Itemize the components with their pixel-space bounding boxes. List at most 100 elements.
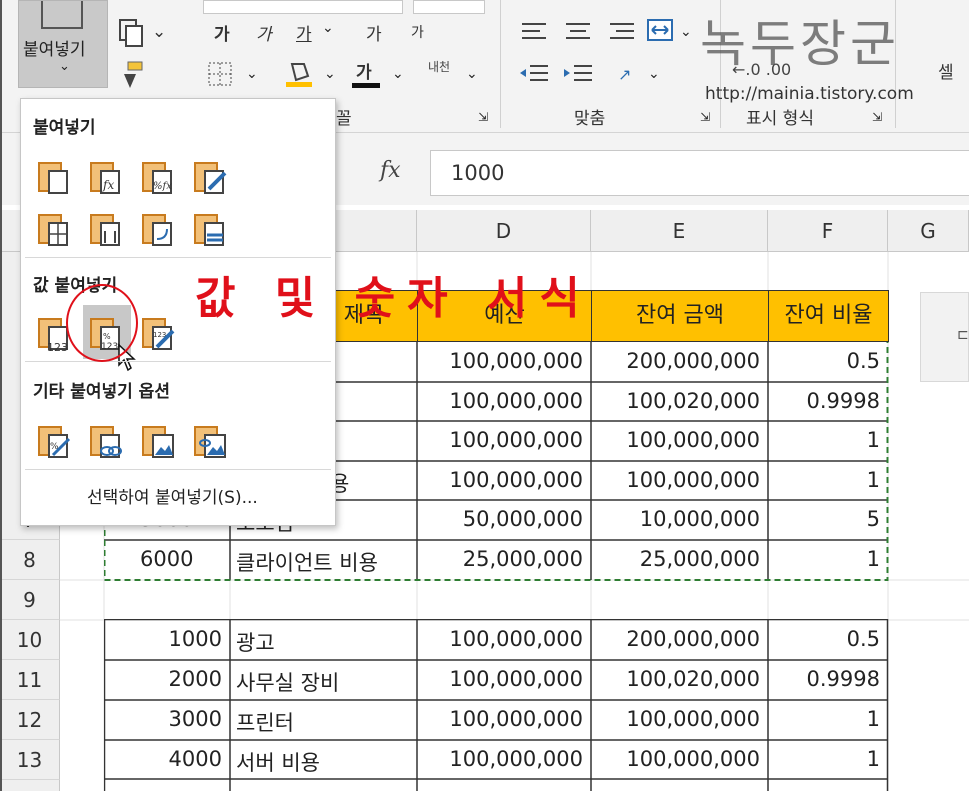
cell-f7[interactable]: 5 [768, 500, 888, 540]
keep-source-formatting-icon[interactable] [191, 157, 231, 197]
cell-d10[interactable]: 100,000,000 [417, 620, 591, 660]
cell-e11[interactable]: 100,020,000 [591, 660, 768, 700]
paste-linked-picture-icon[interactable] [191, 421, 231, 461]
dialog-launcher-icon[interactable]: ⇲ [478, 110, 488, 124]
cell-e3[interactable]: 200,000,000 [591, 342, 768, 382]
cell-c6[interactable]: 용 [330, 461, 417, 501]
cell-b11[interactable]: 2000 [104, 660, 230, 700]
paste-button[interactable]: 붙여넣기 ⌄ [18, 0, 108, 88]
chevron-down-icon[interactable]: ⌄ [322, 20, 334, 36]
cell-e13[interactable]: 100,000,000 [591, 740, 768, 780]
cell-e6[interactable]: 100,000,000 [591, 461, 768, 501]
cell-f5[interactable]: 1 [768, 421, 888, 461]
merge-icon[interactable] [646, 16, 674, 44]
column-header-e[interactable]: E [591, 210, 768, 252]
paste-values-source-formatting-icon[interactable]: 123 [139, 313, 179, 353]
cell-d3[interactable]: 100,000,000 [417, 342, 591, 382]
row-header-9[interactable]: 9 [0, 580, 60, 620]
cell-c8[interactable]: 클라이언트 비용 [236, 540, 417, 580]
bold-button[interactable]: 가 [214, 20, 230, 45]
cell-c12[interactable]: 프린터 [236, 700, 417, 740]
indent-buttons[interactable]: ↗ [518, 60, 668, 88]
cell-b10[interactable]: 1000 [104, 620, 230, 660]
keep-column-widths-icon[interactable] [87, 209, 127, 249]
svg-text:123: 123 [47, 341, 68, 353]
column-header-g[interactable]: G [888, 210, 969, 252]
cell-d7[interactable]: 50,000,000 [417, 500, 591, 540]
cell-f3[interactable]: 0.5 [768, 342, 888, 382]
paste-special-item[interactable]: 선택하여 붙여넣기(S)... [87, 483, 258, 508]
font-group-label: 꼴 [336, 109, 352, 129]
border-icon[interactable] [206, 60, 234, 88]
italic-button[interactable]: 가 [256, 20, 272, 45]
transpose-icon[interactable] [139, 209, 179, 249]
dialog-launcher-icon[interactable]: ⇲ [872, 110, 882, 124]
row-header-8[interactable]: 8 [0, 540, 60, 580]
column-header-f[interactable]: F [768, 210, 888, 252]
cell-f13[interactable]: 1 [768, 740, 888, 780]
chevron-down-icon[interactable]: ⌄ [246, 66, 258, 82]
align-buttons[interactable] [518, 18, 648, 46]
phonetic-button[interactable]: 내천 [428, 58, 450, 75]
paste-picture-icon[interactable] [139, 421, 179, 461]
cell-b12[interactable]: 3000 [104, 700, 230, 740]
cell-b13[interactable]: 4000 [104, 740, 230, 780]
cells-button[interactable]: 셀 [938, 58, 954, 83]
underline-button[interactable]: 가 [296, 20, 312, 45]
cell-e12[interactable]: 100,000,000 [591, 700, 768, 740]
row-header-13[interactable]: 13 [0, 740, 60, 780]
chevron-down-icon[interactable]: ⌄ [324, 66, 336, 82]
font-size-box[interactable] [413, 0, 485, 14]
paste-icon[interactable] [35, 157, 75, 197]
cell-d4[interactable]: 100,000,000 [417, 382, 591, 422]
cell-f10[interactable]: 0.5 [768, 620, 888, 660]
chevron-down-icon[interactable]: ⌄ [466, 66, 478, 82]
no-borders-icon[interactable] [35, 209, 75, 249]
row-header-11[interactable]: 11 [0, 660, 60, 700]
chevron-down-icon[interactable]: ⌄ [680, 24, 692, 40]
cell-d12[interactable]: 100,000,000 [417, 700, 591, 740]
floating-button-partial[interactable]: ⊏ [920, 292, 969, 382]
fill-color-icon[interactable] [284, 58, 314, 88]
cell-f6[interactable]: 1 [768, 461, 888, 501]
cell-f4[interactable]: 0.9998 [768, 382, 888, 422]
cell-d13[interactable]: 100,000,000 [417, 740, 591, 780]
cell-d5[interactable]: 100,000,000 [417, 421, 591, 461]
cell-c13[interactable]: 서버 비용 [236, 740, 417, 780]
cell-b8[interactable]: 6000 [140, 540, 230, 580]
row-header-10[interactable]: 10 [0, 620, 60, 660]
font-name-box[interactable] [203, 0, 403, 14]
increase-font-button[interactable]: 가 [366, 20, 382, 45]
cell-f8[interactable]: 1 [768, 540, 888, 580]
cell-d11[interactable]: 100,000,000 [417, 660, 591, 700]
cell-d6[interactable]: 100,000,000 [417, 461, 591, 501]
column-header-d[interactable]: D [417, 210, 591, 252]
paste-formulas-icon[interactable]: fx [87, 157, 127, 197]
group-divider [500, 0, 501, 128]
copy-icon[interactable] [116, 18, 146, 48]
cell-d8[interactable]: 25,000,000 [417, 540, 591, 580]
dialog-launcher-icon[interactable]: ⇲ [700, 110, 710, 124]
format-painter-icon[interactable] [116, 60, 146, 90]
decrease-font-button[interactable]: 가 [411, 22, 424, 42]
paste-formatting-icon[interactable]: % [35, 421, 75, 461]
cell-e7[interactable]: 10,000,000 [591, 500, 768, 540]
cell-e8[interactable]: 25,000,000 [591, 540, 768, 580]
cell-c10[interactable]: 광고 [236, 620, 417, 660]
insert-function-icon[interactable]: fx [380, 158, 401, 183]
paste-formulas-number-format-icon[interactable]: %fx [139, 157, 179, 197]
cell-e4[interactable]: 100,020,000 [591, 382, 768, 422]
chevron-down-icon[interactable]: ⌄ [392, 66, 404, 82]
chevron-down-icon[interactable]: ⌄ [152, 22, 166, 42]
chevron-down-icon[interactable]: ⌄ [648, 66, 660, 82]
font-color-button[interactable]: 가 [356, 58, 372, 83]
row-header-12[interactable]: 12 [0, 700, 60, 740]
cell-f12[interactable]: 1 [768, 700, 888, 740]
cell-e5[interactable]: 100,000,000 [591, 421, 768, 461]
cell-e10[interactable]: 200,000,000 [591, 620, 768, 660]
formula-input[interactable]: 1000 [430, 150, 969, 196]
destination-formatting-icon[interactable] [191, 209, 231, 249]
cell-f11[interactable]: 0.9998 [768, 660, 888, 700]
paste-link-icon[interactable] [87, 421, 127, 461]
cell-c11[interactable]: 사무실 장비 [236, 660, 417, 700]
